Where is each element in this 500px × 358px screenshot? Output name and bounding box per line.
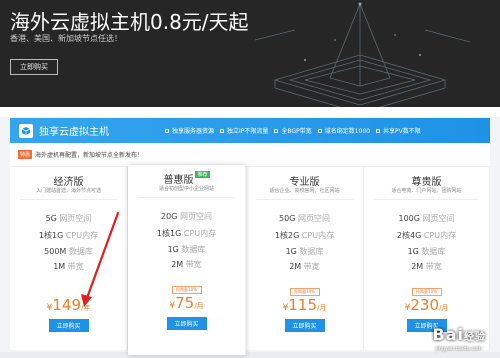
plan-description: 入门建站首选，海外节点可选: [35, 188, 101, 194]
feature-item: 全BGP带宽: [274, 126, 312, 135]
spec-cpu: 1核2G CPU内存: [274, 231, 335, 240]
plan-price: ¥230/月: [404, 296, 449, 314]
plan-name: 普惠版 推荐: [163, 171, 210, 186]
spec-db: 1G 数据库: [285, 247, 324, 256]
spec-cpu: 1核1G CPU内存: [38, 231, 99, 240]
spec-cpu: 1核1G CPU内存: [156, 229, 217, 238]
next-section-edge: [0, 352, 500, 358]
feature-item: 共享PV数不限: [375, 126, 421, 135]
hero-banner: 海外云虚拟主机0.8元/天起 香港、美国、新加坡节点任选！ 立即购买: [0, 0, 500, 107]
feature-item: 独享服务器资源: [165, 126, 214, 135]
product-feature-bar: 独享云虚拟主机 独享服务器资源 独立IP不限流量 全BGP带宽 域名绑定数100…: [10, 118, 490, 143]
plan-description: 适合企业、高校官网，社区网站: [269, 188, 340, 194]
notice-link[interactable]: 海外虚机再配置，新加坡节点全新发布！: [35, 150, 143, 159]
feature-dot-icon: [220, 128, 225, 133]
buy-button[interactable]: 立即购买: [166, 317, 207, 330]
plan-name: 专业版: [289, 177, 320, 188]
feature-item: 独立IP不限流量: [220, 126, 268, 135]
plan-card-premium: 尊贵版 适合电商、门户网站，团购网站 100G 网页空间 2核4G CPU内存 …: [364, 167, 490, 350]
feature-dot-icon: [165, 128, 169, 133]
divider: [374, 199, 479, 200]
hero-title: 海外云虚拟主机0.8元/天起: [10, 10, 249, 34]
plan-price: ¥75/月: [169, 294, 204, 312]
plan-description: 适合电商、门户网站，团购网站: [391, 188, 462, 194]
recommend-badge: 推荐: [195, 171, 210, 178]
cube-icon: [19, 123, 33, 138]
plan-name: 尊贵版: [411, 177, 442, 188]
spec-bandwidth: 2M 带宽: [411, 262, 442, 271]
notice-bar: 特惠 海外虚机再配置，新加坡节点全新发布！: [10, 143, 490, 167]
plan-price: ¥149/年: [46, 296, 91, 314]
feature-dot-icon: [274, 128, 279, 133]
spec-bandwidth: 1M 带宽: [53, 262, 84, 271]
plan-description: 适合初创型中小企业网站: [158, 186, 214, 192]
plan-name: 经济版: [53, 177, 84, 188]
notice-tag: 特惠: [18, 150, 33, 159]
product-title: 独享云虚拟主机: [39, 127, 109, 138]
feature-dot-icon: [375, 128, 380, 133]
buy-button[interactable]: 立即购买: [48, 319, 89, 332]
buy-button[interactable]: 立即购买: [284, 319, 325, 332]
server-illustration: [254, 2, 471, 107]
plan-card-professional: 专业版 适合企业、高校官网，社区网站 50G 网页空间 1核2G CPU内存 1…: [246, 167, 364, 350]
watermark-url: jingyan.baidu.com: [435, 346, 482, 352]
spec-disk: 100G 网页空间: [398, 214, 455, 223]
hero-subtitle: 香港、美国、新加坡节点任选！: [10, 34, 122, 43]
plan-card-standard: 普惠版 推荐 适合初创型中小企业网站 20G 网页空间 1核1G CPU内存 1G…: [128, 165, 246, 355]
spec-bandwidth: 2M 带宽: [289, 262, 320, 271]
feature-item: 域名绑定数1000: [317, 126, 370, 135]
feature-dot-icon: [317, 128, 322, 133]
spec-disk: 50G 网页空间: [279, 214, 330, 223]
divider: [20, 199, 117, 200]
plan-card-economy: 经济版 入门建站首选，海外节点可选 5G 网页空间 1核1G CPU内存 500…: [10, 167, 128, 350]
spec-cpu: 2核4G CPU内存: [396, 231, 457, 240]
spec-db: 500M 数据库: [44, 247, 93, 256]
spec-disk: 20G 网页空间: [161, 212, 212, 221]
spec-disk: 5G 网页空间: [45, 214, 92, 223]
spec-db: 1G 数据库: [167, 245, 206, 254]
spec-db: 1G 数据库: [407, 247, 446, 256]
baidu-watermark: Bai经验: [432, 325, 486, 344]
plan-price: ¥115/月: [282, 296, 327, 314]
divider: [256, 199, 353, 200]
hero-buy-button[interactable]: 立即购买: [10, 59, 58, 75]
spec-bandwidth: 2M 带宽: [171, 260, 202, 269]
hero-divider: [0, 107, 500, 117]
divider: [138, 197, 235, 198]
